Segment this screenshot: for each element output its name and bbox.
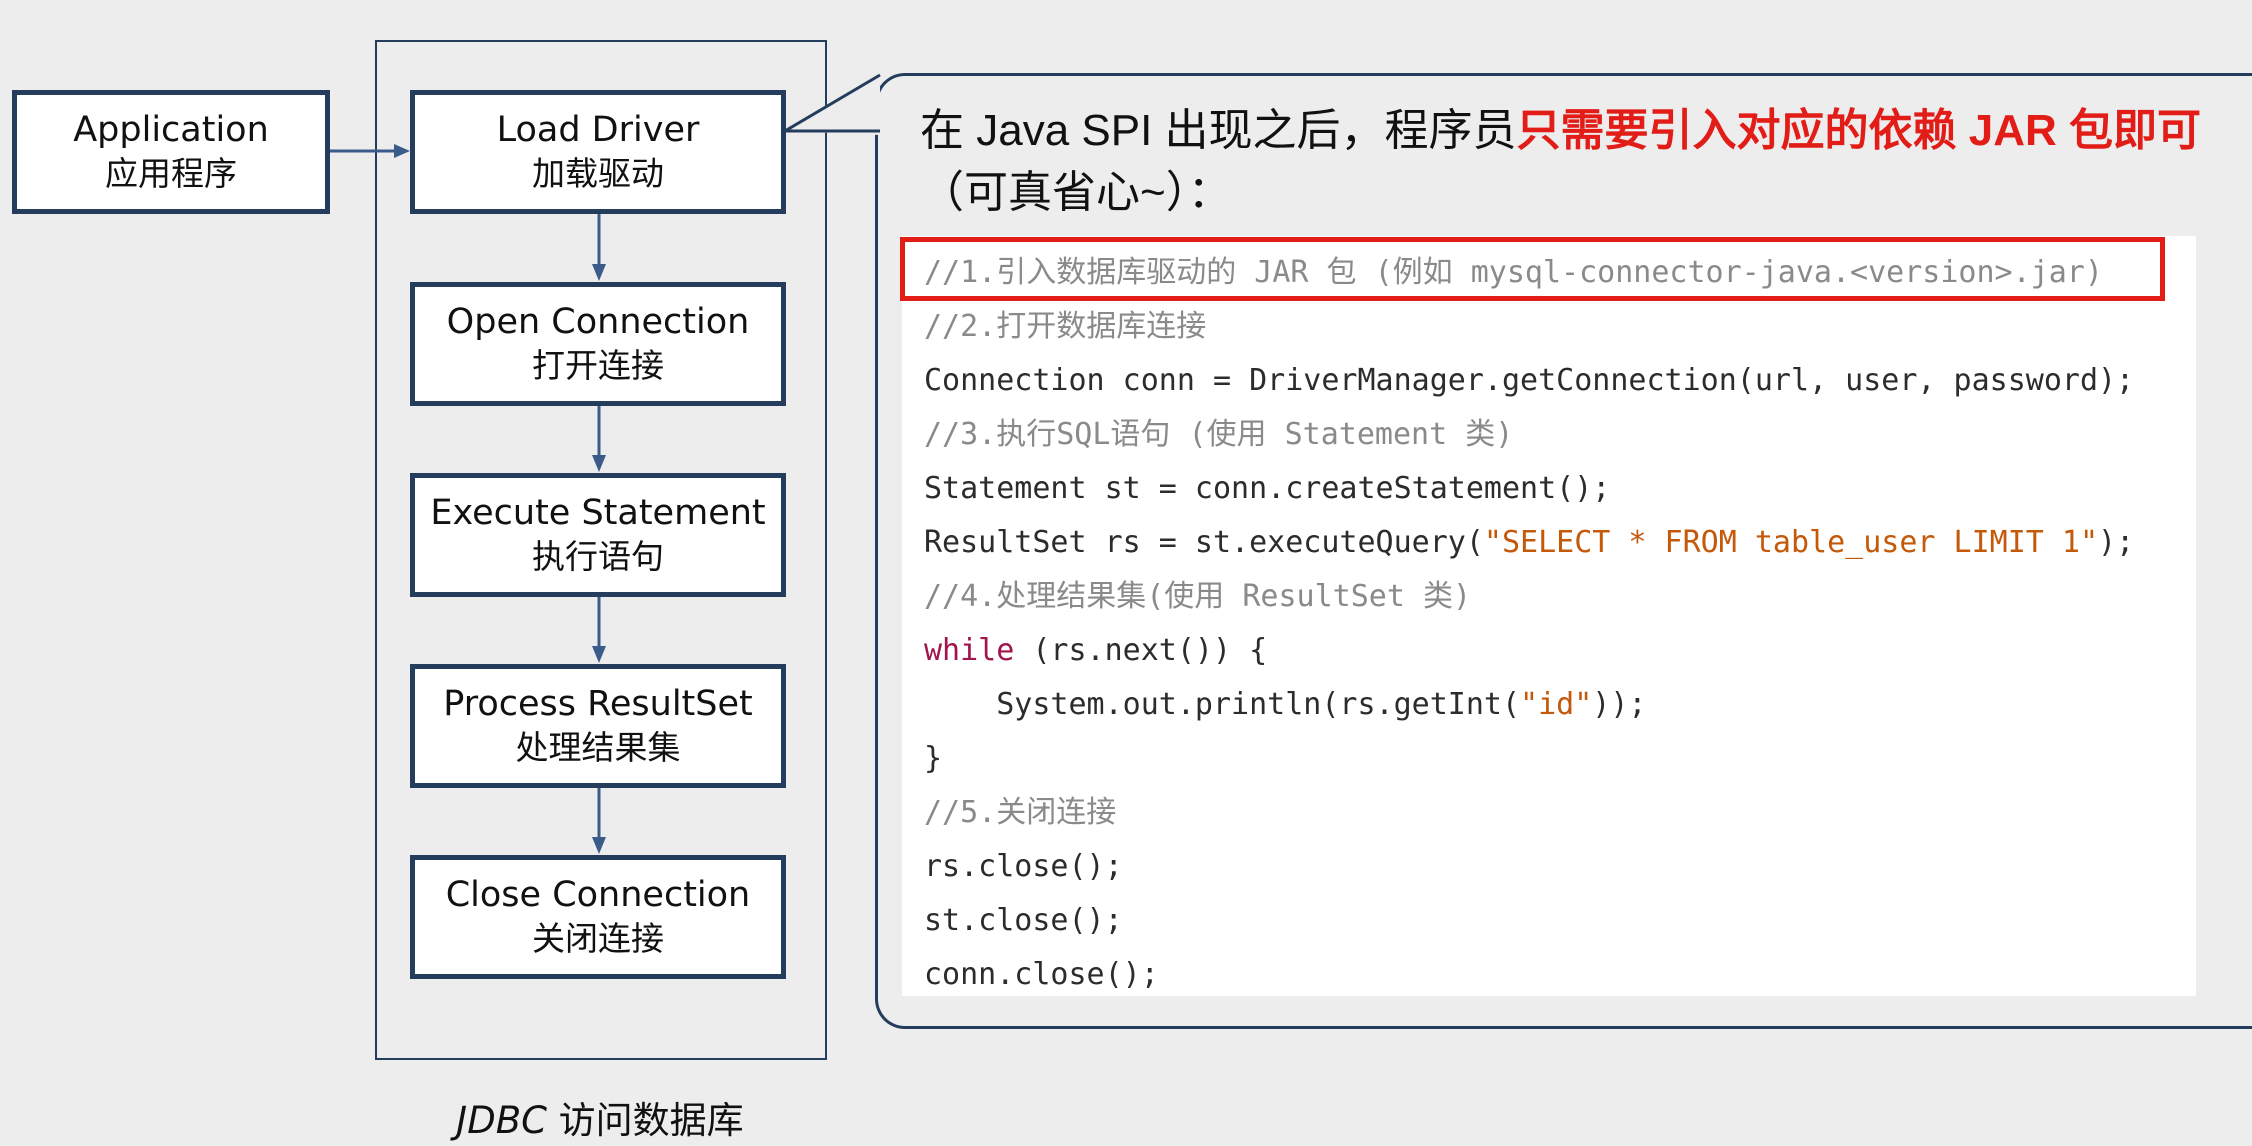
arrow-application-to-load-driver: [330, 144, 410, 158]
step-execute-statement: Execute Statement 执行语句: [410, 473, 786, 597]
jdbc-caption-rest: 访问数据库: [546, 1099, 744, 1142]
step-label-en: Execute Statement: [430, 492, 766, 533]
callout-headline: 在 Java SPI 出现之后，程序员只需要引入对应的依赖 JAR 包即可 （可真…: [920, 100, 2240, 224]
step-label-zh: 执行语句: [532, 537, 664, 577]
code-text: ));: [1592, 687, 1647, 722]
code-keyword: while: [924, 633, 1015, 668]
code-comment: //4.处理结果集(使用 ResultSet 类): [924, 579, 1472, 614]
step-label-en: Load Driver: [496, 109, 700, 150]
jdbc-caption: JDBC 访问数据库: [380, 1090, 820, 1144]
code-text: rs.close();: [924, 849, 1123, 884]
code-string: "SELECT * FROM table_user LIMIT 1": [1483, 525, 2099, 560]
code-text: Connection conn = DriverManager.getConne…: [924, 363, 2135, 398]
headline-text-after: （可真省心~）：: [920, 168, 1232, 217]
code-block: //1.引入数据库驱动的 JAR 包 (例如 mysql-connector-j…: [902, 236, 2196, 996]
code-line: while (rs.next()) {: [924, 624, 2196, 678]
code-line: //5.关闭连接: [924, 786, 2196, 840]
code-text: }: [924, 741, 943, 776]
application-label-en: Application: [73, 109, 269, 150]
headline-text-before: 在 Java SPI 出现之后，程序员: [920, 106, 1517, 155]
step-label-en: Process ResultSet: [443, 683, 753, 724]
code-comment: //2.打开数据库连接: [924, 309, 1207, 344]
arrow-step-3-to-4: [592, 597, 606, 663]
code-text: System.out.println(rs.getInt(: [924, 687, 1521, 722]
code-line: st.close();: [924, 894, 2196, 948]
code-text: (rs.next()) {: [1014, 633, 1268, 668]
code-text: ResultSet rs = st.executeQuery(: [924, 525, 1484, 560]
step-label-zh: 处理结果集: [515, 728, 681, 768]
code-text: st.close();: [924, 903, 1123, 938]
code-line: }: [924, 732, 2196, 786]
code-line: conn.close();: [924, 948, 2196, 1002]
code-line: System.out.println(rs.getInt("id"));: [924, 678, 2196, 732]
step-open-connection: Open Connection 打开连接: [410, 282, 786, 406]
code-line: //3.执行SQL语句 (使用 Statement 类): [924, 408, 2196, 462]
step-label-zh: 打开连接: [532, 346, 664, 386]
code-comment: //3.执行SQL语句 (使用 Statement 类): [924, 417, 1514, 452]
arrow-step-4-to-5: [592, 788, 606, 854]
code-text: );: [2098, 525, 2135, 560]
code-comment: //5.关闭连接: [924, 795, 1117, 830]
code-line: //2.打开数据库连接: [924, 300, 2196, 354]
code-line: Statement st = conn.createStatement();: [924, 462, 2196, 516]
step-label-en: Open Connection: [446, 301, 750, 342]
arrow-step-1-to-2: [592, 214, 606, 281]
step-process-resultset: Process ResultSet 处理结果集: [410, 664, 786, 788]
application-label-zh: 应用程序: [105, 154, 237, 194]
step-load-driver: Load Driver 加载驱动: [410, 90, 786, 214]
step-label-en: Close Connection: [445, 874, 751, 915]
code-string: "id": [1520, 687, 1593, 722]
first-line-highlight-box: [900, 237, 2165, 301]
jdbc-caption-jdbc: JDBC: [456, 1099, 547, 1142]
code-line: Connection conn = DriverManager.getConne…: [924, 354, 2196, 408]
code-line: rs.close();: [924, 840, 2196, 894]
arrow-step-2-to-3: [592, 406, 606, 472]
step-label-zh: 加载驱动: [532, 154, 664, 194]
callout-pointer: [785, 73, 881, 135]
code-line: //4.处理结果集(使用 ResultSet 类): [924, 570, 2196, 624]
application-box: Application 应用程序: [12, 90, 330, 214]
code-text: conn.close();: [924, 957, 1159, 992]
code-text: Statement st = conn.createStatement();: [924, 471, 1611, 506]
step-close-connection: Close Connection 关闭连接: [410, 855, 786, 979]
code-line: ResultSet rs = st.executeQuery("SELECT *…: [924, 516, 2196, 570]
headline-highlight: 只需要引入对应的依赖 JAR 包即可: [1516, 106, 2202, 155]
step-label-zh: 关闭连接: [532, 919, 664, 959]
